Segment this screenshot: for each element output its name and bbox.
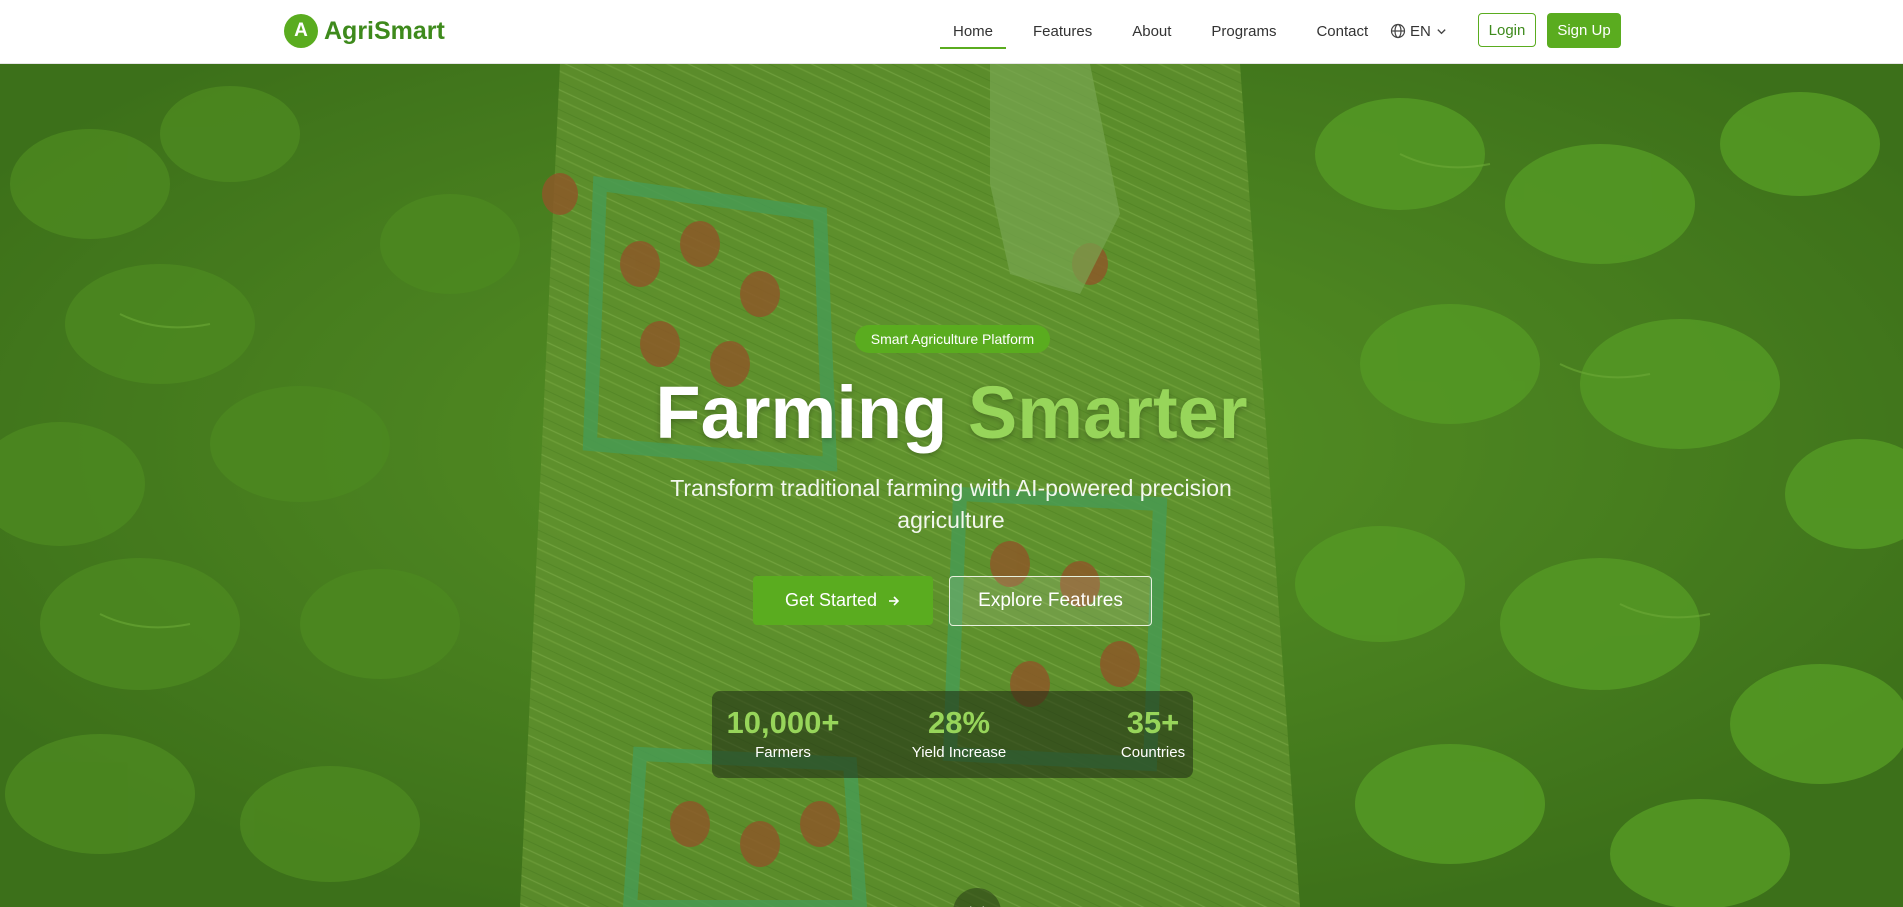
platform-badge: Smart Agriculture Platform [855,325,1050,353]
language-label: EN [1410,22,1431,40]
nav-item-contact[interactable]: Contact [1303,0,1381,63]
stats-panel: 10,000+ Farmers 28% Yield Increase 35+ C… [712,691,1193,778]
stat-yield-increase: 28% Yield Increase [906,705,1012,763]
nav-item-home[interactable]: Home [940,0,1007,63]
logo[interactable]: A AgriSmart [284,14,445,48]
chevron-down-icon [966,899,988,907]
stat-value: 35+ [1126,705,1180,740]
get-started-label: Get Started [784,590,878,610]
nav-item-programs[interactable]: Programs [1198,0,1289,63]
main-nav: Home Features About Programs Contact [940,0,1395,63]
hero-subtitle: Transform traditional farming with AI-po… [670,475,1232,533]
hero-title-main: Farming [655,371,948,454]
nav-item-about[interactable]: About [1119,0,1184,63]
brand-name: AgriSmart [324,16,445,45]
stat-label: Countries [1120,744,1186,761]
hero-title-accent: Smarter [967,371,1248,454]
globe-icon [1390,23,1406,39]
nav-item-features[interactable]: Features [1020,0,1105,63]
language-selector[interactable]: EN [1390,19,1447,43]
login-button[interactable]: Login [1478,13,1536,47]
stat-label: Yield Increase [911,744,1007,761]
stat-countries: 35+ Countries [1113,705,1193,763]
stat-farmers: 10,000+ Farmers [718,705,848,763]
get-started-button[interactable]: Get Started [753,576,933,625]
stat-value: 28% [927,705,991,740]
hero-section: Smart Agriculture Platform Farming Smart… [0,64,1903,907]
logo-mark: A [284,14,318,48]
site-header: A AgriSmart Home Features About Programs… [0,0,1903,64]
stat-label: Farmers [755,744,811,761]
signup-button[interactable]: Sign Up [1547,13,1621,48]
hero-title: Farming Smarter [0,368,1903,458]
chevron-down-icon [1436,26,1447,37]
explore-features-button[interactable]: Explore Features [949,576,1152,626]
arrow-right-icon [887,594,901,608]
stat-value: 10,000+ [726,705,840,740]
